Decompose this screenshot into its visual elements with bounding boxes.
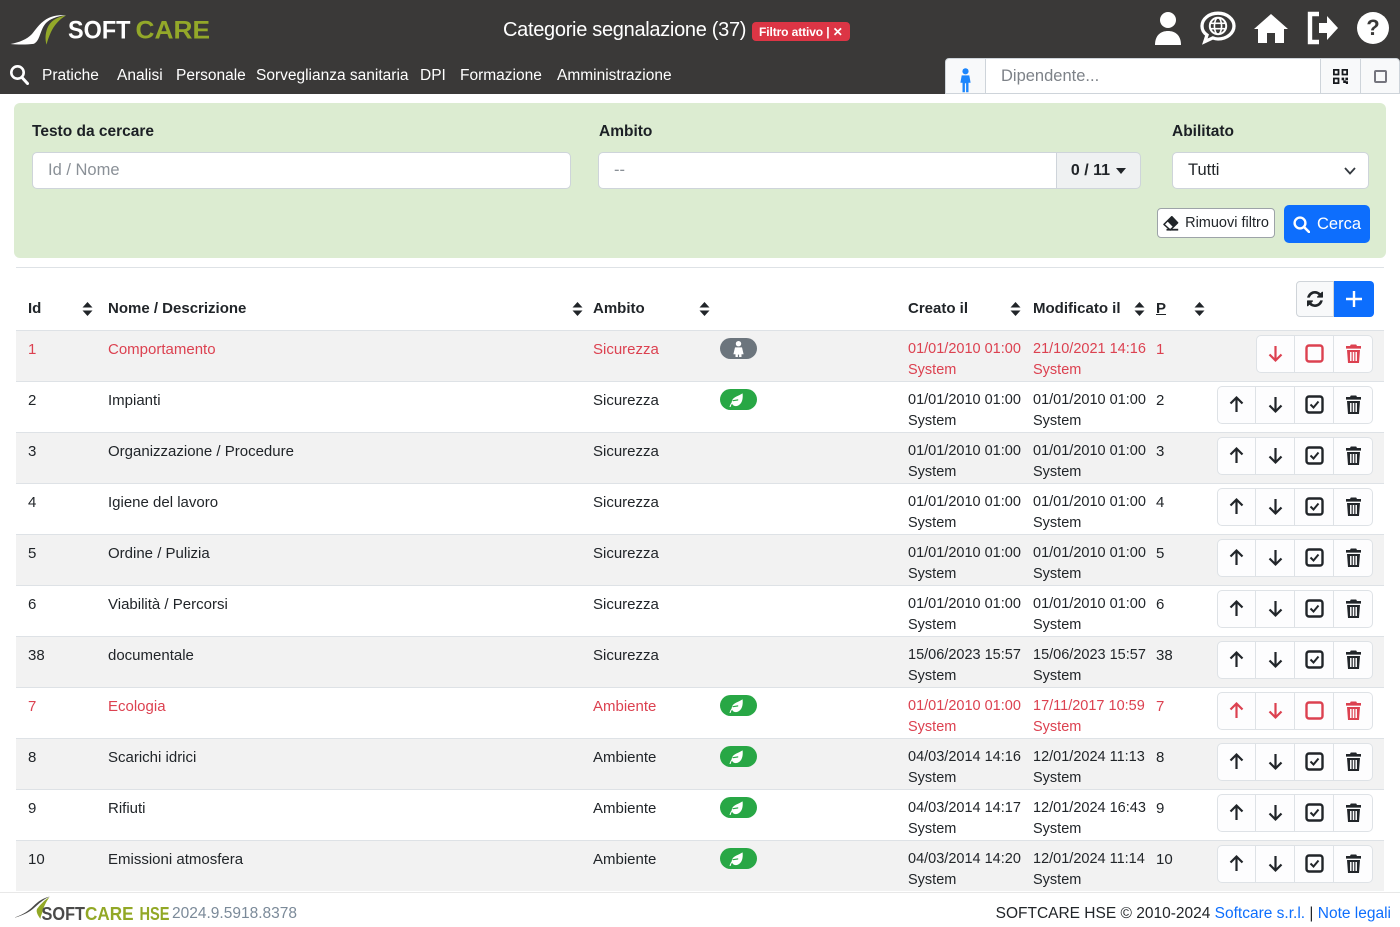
svg-text:CARE: CARE bbox=[136, 17, 211, 45]
svg-text:SOFT: SOFT bbox=[42, 903, 86, 924]
svg-text:CARE: CARE bbox=[85, 903, 134, 924]
svg-text:SOFT: SOFT bbox=[68, 17, 131, 45]
svg-text:HSE: HSE bbox=[140, 903, 170, 924]
svg-text:?: ? bbox=[1366, 15, 1379, 40]
